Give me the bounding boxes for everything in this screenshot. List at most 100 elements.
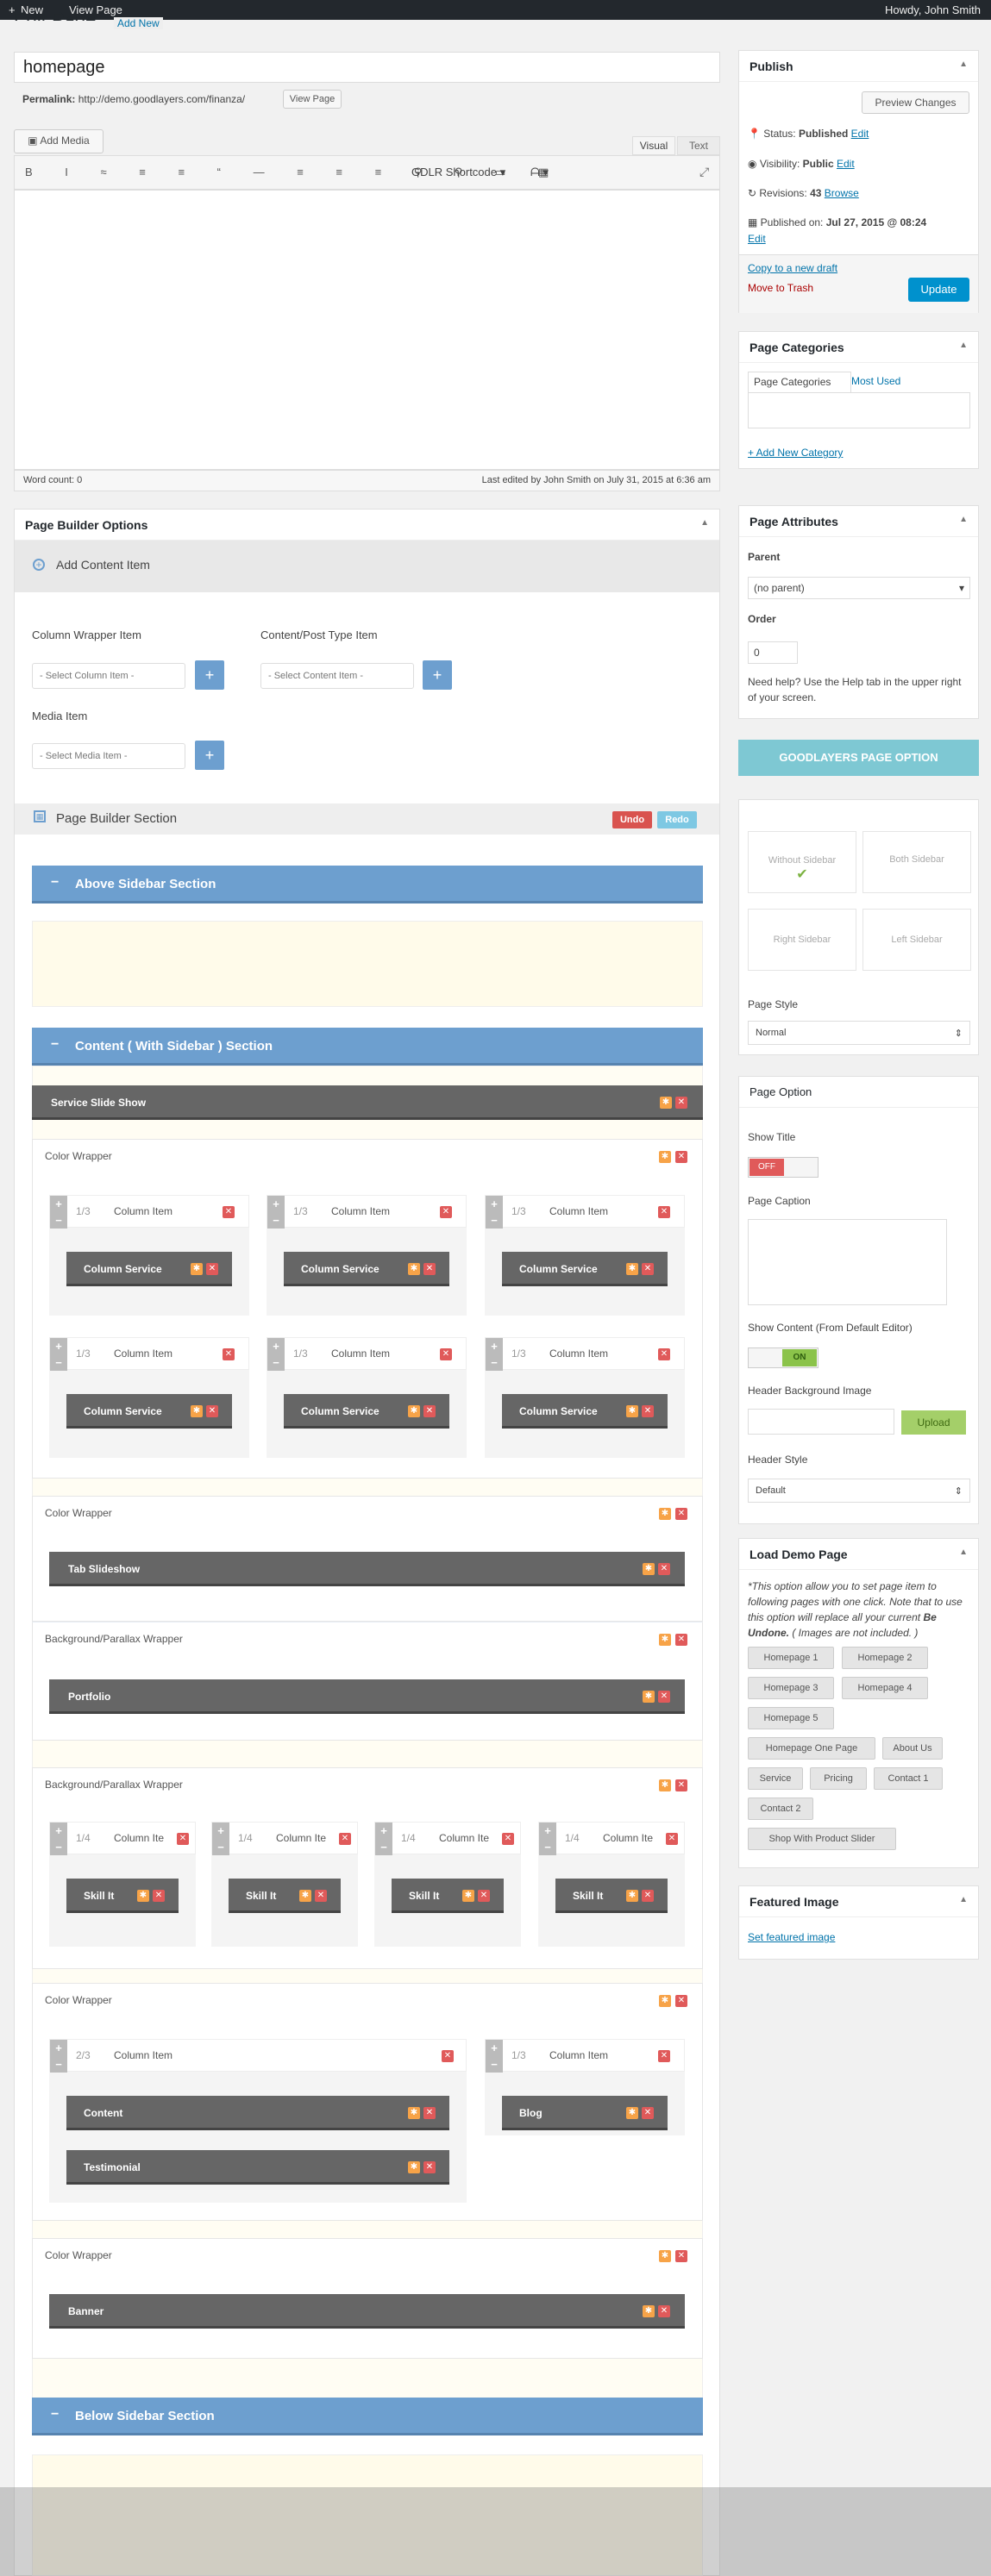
add-content-button[interactable]: + — [423, 660, 452, 690]
column-item[interactable]: + −1/3 Column Item ✕ Column Service ✱ ✕ — [49, 1337, 249, 1458]
add-media-item-button[interactable]: + — [195, 741, 224, 770]
fullscreen-icon[interactable]: ⤢ — [699, 165, 709, 179]
service-slide-show[interactable]: Service Slide Show ✱ ✕ — [32, 1085, 703, 1120]
left-sidebar-option[interactable]: Left Sidebar — [862, 909, 971, 971]
select-media-item[interactable]: - Select Media Item - — [32, 743, 185, 769]
parent-select[interactable]: (no parent) ▾ — [748, 577, 970, 599]
column-service[interactable]: Column Service ✱ ✕ — [284, 1252, 449, 1286]
demo-shop-slider[interactable]: Shop With Product Slider — [748, 1828, 896, 1850]
column-item[interactable]: + −1/4 Column Ite ✕ Skill It ✱ ✕ — [374, 1822, 521, 1947]
browse-link[interactable]: Browse — [825, 187, 859, 199]
collapse-icon[interactable]: ▲ — [959, 1547, 968, 1557]
show-content-toggle[interactable]: ON — [748, 1347, 819, 1368]
below-sidebar-section[interactable]: − Below Sidebar Section — [32, 2398, 703, 2435]
order-input[interactable]: 0 — [748, 641, 798, 664]
minus-icon[interactable]: − — [51, 875, 59, 891]
page-style-select[interactable]: Normal ⇕ — [748, 1021, 970, 1045]
column-item[interactable]: + −2/3 Column Item ✕ Content ✱ ✕ Testimonial ✱… — [49, 2039, 467, 2203]
resize-icon[interactable]: + − — [50, 1196, 67, 1229]
resize-icon[interactable]: + − — [486, 2040, 503, 2073]
resize-icon[interactable]: + − — [212, 1823, 229, 1855]
without-sidebar-option[interactable]: Without Sidebar ✔ — [748, 831, 856, 893]
blog-item[interactable]: Blog ✱ ✕ — [502, 2096, 668, 2130]
tab-text[interactable]: Text — [677, 136, 720, 155]
collapse-icon[interactable]: ▲ — [700, 518, 709, 528]
shortcode-dropdown[interactable]: GDLR Shortcode ▾ — [411, 166, 505, 179]
column-item[interactable]: + −1/3 Column Item ✕ Column Service ✱ ✕ — [485, 1195, 685, 1316]
demo-pricing[interactable]: Pricing — [810, 1767, 867, 1790]
gear-icon[interactable]: ✱ — [659, 1151, 671, 1163]
show-title-toggle[interactable]: OFF — [748, 1157, 819, 1178]
close-icon[interactable]: ✕ — [675, 1151, 687, 1163]
close-icon[interactable]: ✕ — [675, 1779, 687, 1791]
preview-button[interactable]: Preview Changes — [862, 91, 969, 114]
resize-icon[interactable]: + − — [486, 1196, 503, 1229]
collapse-icon[interactable]: ▲ — [959, 1895, 968, 1904]
gear-icon[interactable]: ✱ — [659, 2250, 671, 2262]
tab-visual[interactable]: Visual — [632, 136, 675, 155]
column-service[interactable]: Column Service ✱ ✕ — [502, 1394, 668, 1429]
right-sidebar-option[interactable]: Right Sidebar — [748, 909, 856, 971]
column-item[interactable]: + −1/3 Column Item ✕ Blog ✱ ✕ — [485, 2039, 685, 2135]
column-item[interactable]: + −1/4 Column Ite ✕ Skill It ✱ ✕ — [211, 1822, 358, 1947]
add-column-button[interactable]: + — [195, 660, 224, 690]
close-icon[interactable]: ✕ — [675, 1995, 687, 2007]
visibility-edit[interactable]: Edit — [837, 158, 855, 170]
banner-item[interactable]: Banner ✱ ✕ — [49, 2294, 685, 2329]
select-content-item[interactable]: - Select Content Item - — [260, 663, 414, 689]
redo-button[interactable]: Redo — [657, 811, 697, 828]
close-icon[interactable]: ✕ — [675, 1508, 687, 1520]
content-item[interactable]: Content ✱ ✕ — [66, 2096, 449, 2130]
collapse-icon[interactable]: ▲ — [959, 59, 968, 69]
demo-service[interactable]: Service — [748, 1767, 803, 1790]
demo-homepage-5[interactable]: Homepage 5 — [748, 1707, 834, 1729]
demo-homepage-one-page[interactable]: Homepage One Page — [748, 1737, 875, 1760]
gear-icon[interactable]: ✱ — [660, 1097, 672, 1109]
column-item[interactable]: + −1/3 Column Item ✕ Column Service ✱ ✕ — [485, 1337, 685, 1458]
minus-icon[interactable]: − — [51, 1037, 59, 1053]
skill-item[interactable]: Skill It ✱ ✕ — [229, 1879, 341, 1913]
demo-about-us[interactable]: About Us — [882, 1737, 943, 1760]
skill-item[interactable]: Skill It ✱ ✕ — [66, 1879, 179, 1913]
skill-item[interactable]: Skill It ✱ ✕ — [555, 1879, 668, 1913]
resize-icon[interactable]: + − — [50, 1823, 67, 1855]
column-service[interactable]: Column Service ✱ ✕ — [66, 1394, 232, 1429]
testimonial-item[interactable]: Testimonial ✱ ✕ — [66, 2150, 449, 2185]
select-column-item[interactable]: - Select Column Item - — [32, 663, 185, 689]
close-icon[interactable]: ✕ — [658, 1348, 670, 1360]
header-style-select[interactable]: Default ⇕ — [748, 1479, 970, 1503]
demo-contact-1[interactable]: Contact 1 — [874, 1767, 943, 1790]
column-item[interactable]: + −1/4 Column Ite ✕ Skill It ✱ ✕ — [49, 1822, 196, 1947]
title-input[interactable]: homepage — [14, 52, 720, 83]
column-item[interactable]: + −1/3 Column Item ✕ Column Service ✱ ✕ — [49, 1195, 249, 1316]
close-icon[interactable]: ✕ — [658, 1206, 670, 1218]
resize-icon[interactable]: + − — [375, 1823, 392, 1855]
font-icon[interactable]: ᗩ ▾ — [530, 166, 549, 179]
demo-homepage-4[interactable]: Homepage 4 — [842, 1677, 928, 1699]
update-button[interactable]: Update — [908, 278, 969, 302]
close-icon[interactable]: ✕ — [440, 1348, 452, 1360]
minus-icon[interactable]: − — [51, 2407, 59, 2423]
resize-icon[interactable]: + − — [50, 2040, 67, 2073]
skill-item[interactable]: Skill It ✱ ✕ — [392, 1879, 504, 1913]
gear-icon[interactable]: ✱ — [659, 1995, 671, 2007]
portfolio-item[interactable]: Portfolio ✱ ✕ — [49, 1679, 685, 1714]
gear-icon[interactable]: ✱ — [659, 1508, 671, 1520]
resize-icon[interactable]: + − — [267, 1196, 285, 1229]
demo-homepage-2[interactable]: Homepage 2 — [842, 1647, 928, 1669]
column-service[interactable]: Column Service ✱ ✕ — [284, 1394, 449, 1429]
tab-all-categories[interactable]: Page Categories — [748, 372, 851, 392]
close-icon[interactable]: ✕ — [440, 1206, 452, 1218]
tab-most-used[interactable]: Most Used — [851, 375, 900, 387]
copy-draft-link[interactable]: Copy to a new draft — [748, 262, 837, 274]
column-service[interactable]: Column Service ✱ ✕ — [502, 1252, 668, 1286]
gear-icon[interactable]: ✱ — [659, 1634, 671, 1646]
resize-icon[interactable]: + − — [486, 1338, 503, 1371]
demo-contact-2[interactable]: Contact 2 — [748, 1798, 813, 1820]
column-service[interactable]: Column Service ✱ ✕ — [66, 1252, 232, 1286]
demo-homepage-1[interactable]: Homepage 1 — [748, 1647, 834, 1669]
add-category-link[interactable]: + Add New Category — [748, 447, 843, 459]
add-new-button[interactable]: Add New — [114, 17, 163, 29]
collapse-icon[interactable]: ▲ — [959, 515, 968, 524]
page-caption-textarea[interactable] — [748, 1219, 947, 1305]
